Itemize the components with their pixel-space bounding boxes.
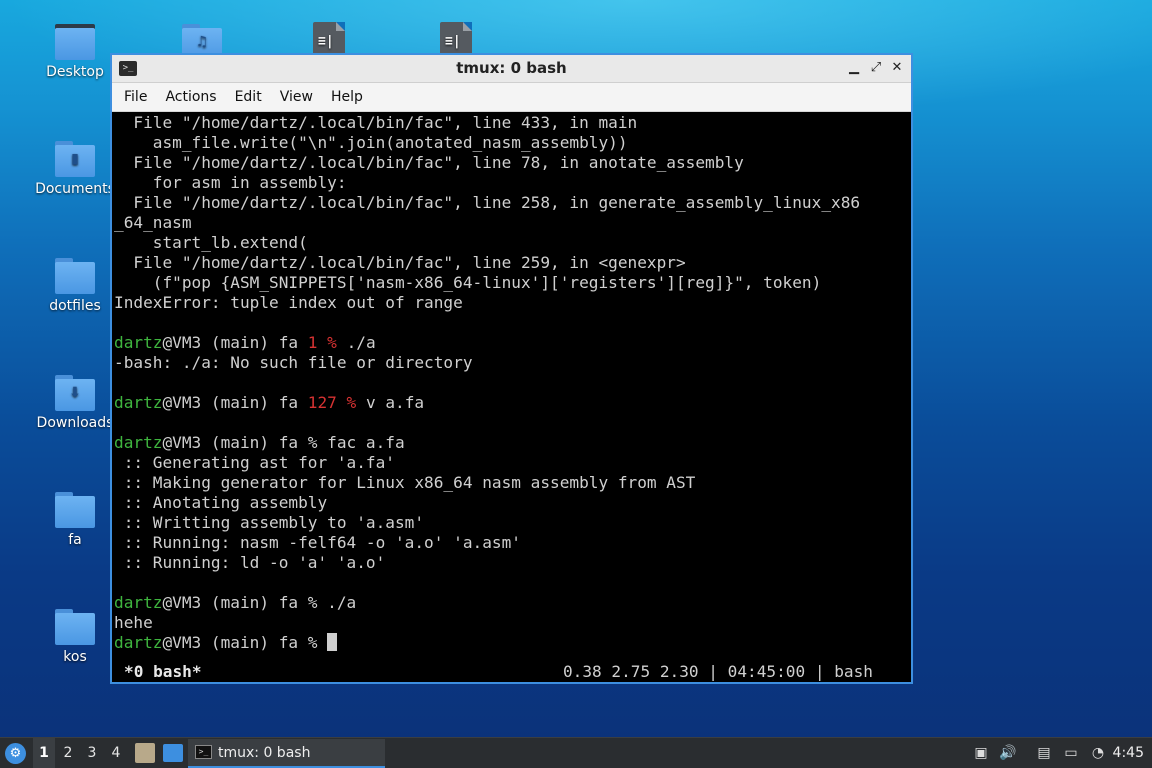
workspace-3[interactable]: 3 [81,738,103,768]
desktop-icon-desktop[interactable]: Desktop [30,24,120,80]
command: v a.fa [356,393,425,412]
command: ./a [336,333,376,352]
desktop-folder-icon [55,24,95,60]
desktop-icon-downloads[interactable]: ⬇ Downloads [30,375,120,431]
desktop-icon-label: fa [68,532,82,548]
menu-file[interactable]: File [115,89,156,105]
desktop-icon-label: Documents [35,181,115,197]
terminal-line: (f"pop {ASM_SNIPPETS['nasm-x86_64-linux'… [114,273,822,292]
app-menu-icon[interactable]: ⚙ [5,743,26,764]
terminal-line: File "/home/dartz/.local/bin/fac", line … [114,193,861,212]
documents-folder-icon: ▮ [55,141,95,177]
command: % [307,633,328,652]
menu-help[interactable]: Help [322,89,372,105]
task-button-label: tmux: 0 bash [218,745,311,761]
tmux-status-bar: *0 bash* 0.38 2.75 2.30 | 04:45:00 | bas… [112,662,911,682]
folder-icon [55,258,95,294]
desktop-icon-dotfiles[interactable]: dotfiles [30,258,120,314]
terminal-line: :: Anotating assembly [114,493,328,512]
terminal-icon: >_ [195,745,212,759]
folder-icon [55,492,95,528]
prompt-line: dartz@VM3 (main) fa 127 % v a.fa [114,393,911,413]
desktop-icon-label: Downloads [36,415,114,431]
prompt-user: dartz [114,333,163,352]
menu-edit[interactable]: Edit [226,89,271,105]
terminal-line: -bash: ./a: No such file or directory [114,353,473,372]
menu-bar: File Actions Edit View Help [112,83,911,112]
prompt-host: @VM3 (main) fa [162,633,308,652]
prompt-host: @VM3 (main) fa [162,433,308,452]
folder-icon [55,609,95,645]
usb-device-icon[interactable]: ▣ [972,745,990,762]
text-cursor [327,633,338,651]
terminal-line: File "/home/dartz/.local/bin/fac", line … [114,113,638,132]
prompt-line: dartz@VM3 (main) fa % ./a [114,593,911,613]
terminal-line: IndexError: tuple index out of range [114,293,463,312]
terminal-line: :: Running: nasm -felf64 -o 'a.o' 'a.asm… [114,533,521,552]
command: % fac a.fa [307,433,405,452]
desktop-icon-label: dotfiles [49,298,101,314]
maximize-icon[interactable]: ⤢ [867,59,885,77]
menu-view[interactable]: View [271,89,322,105]
prompt-host: @VM3 (main) fa [162,593,308,612]
task-button-terminal[interactable]: >_ tmux: 0 bash [188,739,385,768]
prompt-user: dartz [114,633,163,652]
desktop-icon-documents[interactable]: ▮ Documents [30,141,120,197]
exit-status: 127 % [307,393,357,412]
notifications-icon[interactable]: ◔ [1089,745,1107,762]
workspace-1[interactable]: 1 [33,738,55,768]
prompt-host: @VM3 (main) fa [162,333,308,352]
desktop-icon-label: Desktop [46,64,104,80]
prompt-user: dartz [114,393,163,412]
clipboard-icon[interactable]: ▤ [1035,745,1053,762]
tmux-status-right: 0.38 2.75 2.30 | 04:45:00 | bash [562,662,873,681]
prompt-user: dartz [114,433,163,452]
terminal-line: start_lb.extend( [114,233,308,252]
file-manager-launcher-icon[interactable] [135,743,155,763]
terminal-line: asm_file.write("\n".join(anotated_nasm_a… [114,133,628,152]
taskbar: ⚙ 1 2 3 4 >_ tmux: 0 bash ▣ 🔊 ▤ ▭ ◔ 4:45 [0,737,1152,768]
menu-actions[interactable]: Actions [156,89,225,105]
terminal-line: File "/home/dartz/.local/bin/fac", line … [114,253,686,272]
workspace-4[interactable]: 4 [105,738,127,768]
close-icon[interactable]: ✕ [888,59,906,77]
prompt-line: dartz@VM3 (main) fa 1 % ./a [114,333,911,353]
taskbar-clock[interactable]: 4:45 [1113,738,1144,768]
terminal-line: :: Writting assembly to 'a.asm' [114,513,425,532]
downloads-folder-icon: ⬇ [55,375,95,411]
workspace-2[interactable]: 2 [57,738,79,768]
desktop-icon-label: kos [63,649,87,665]
desktop-icon-kos[interactable]: kos [30,609,120,665]
terminal-output[interactable]: File "/home/dartz/.local/bin/fac", line … [112,112,911,682]
terminal-line: hehe [114,613,153,632]
minimize-icon[interactable]: ▁ [845,59,863,77]
window-title: tmux: 0 bash [456,59,567,77]
prompt-host: @VM3 (main) fa [162,393,308,412]
terminal-line: for asm in assembly: [114,173,347,192]
prompt-line: dartz@VM3 (main) fa % fac a.fa [114,433,911,453]
terminal-line: :: Generating ast for 'a.fa' [114,453,395,472]
prompt-line: dartz@VM3 (main) fa % [114,633,911,653]
prompt-user: dartz [114,593,163,612]
command: % ./a [307,593,357,612]
desktop-icon-fa[interactable]: fa [30,492,120,548]
exit-status: 1 % [307,333,337,352]
terminal-line: File "/home/dartz/.local/bin/fac", line … [114,153,744,172]
show-desktop-icon[interactable] [163,744,183,762]
terminal-line: :: Making generator for Linux x86_64 nas… [114,473,696,492]
terminal-window[interactable]: >_ tmux: 0 bash ▁ ⤢ ✕ File Actions Edit … [110,53,913,684]
window-titlebar[interactable]: >_ tmux: 0 bash ▁ ⤢ ✕ [112,55,911,83]
network-icon[interactable]: ▭ [1062,745,1080,762]
volume-icon[interactable]: 🔊 [999,745,1017,762]
terminal-line: :: Running: ld -o 'a' 'a.o' [114,553,386,572]
tmux-window-name[interactable]: *0 bash* [124,662,202,682]
terminal-line: _64_nasm [114,213,192,232]
